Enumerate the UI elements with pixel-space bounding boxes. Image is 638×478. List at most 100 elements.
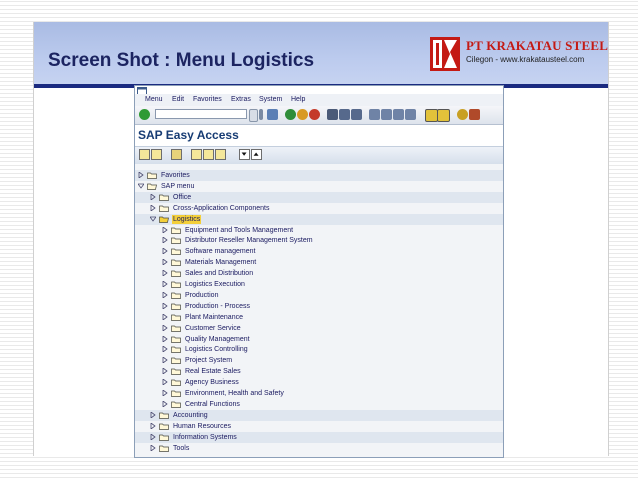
tree-item[interactable]: Materials Management: [135, 257, 503, 268]
company-website: Cilegon - www.krakatausteel.com: [466, 55, 585, 64]
save-icon[interactable]: [267, 109, 278, 120]
collapsed-arrow-icon[interactable]: [162, 291, 168, 298]
tree-item[interactable]: Cross-Application Components: [135, 203, 503, 214]
exit-icon[interactable]: [297, 109, 308, 120]
collapsed-arrow-icon[interactable]: [150, 433, 156, 440]
expanded-arrow-icon[interactable]: [138, 183, 144, 189]
standard-toolbar: [135, 106, 503, 125]
menu-favorites[interactable]: Favorites: [193, 96, 222, 103]
collapsed-arrow-icon[interactable]: [150, 422, 156, 429]
user-menu-icon[interactable]: [139, 149, 150, 160]
tree-item[interactable]: Tools: [135, 443, 503, 454]
menu-extras[interactable]: Extras: [231, 96, 251, 103]
collapsed-arrow-icon[interactable]: [162, 324, 168, 331]
expanded-arrow-icon[interactable]: [150, 216, 156, 222]
move-up-icon[interactable]: [251, 149, 262, 160]
tree-item[interactable]: SAP menu: [135, 181, 503, 192]
tree-item[interactable]: Equipment and Tools Management: [135, 225, 503, 236]
tree-item[interactable]: Office: [135, 191, 503, 203]
move-down-icon[interactable]: [239, 149, 250, 160]
page-title: SAP Easy Access: [138, 128, 239, 142]
collapsed-arrow-icon[interactable]: [162, 281, 168, 287]
tree-item-label: Accounting: [173, 411, 208, 419]
tree-item[interactable]: Central Functions: [135, 399, 503, 410]
tree-item[interactable]: Logistics: [135, 213, 503, 225]
add-favorite-icon[interactable]: [191, 149, 202, 160]
shortcut-icon[interactable]: [437, 109, 450, 122]
folder-icon: [171, 238, 181, 245]
collapsed-arrow-icon[interactable]: [162, 390, 168, 396]
tree-item[interactable]: Environment, Health and Safety: [135, 388, 503, 399]
collapsed-arrow-icon[interactable]: [162, 259, 168, 266]
menu-bar: Menu Edit Favorites Extras System Help: [135, 94, 503, 106]
sap-menu-icon[interactable]: [151, 149, 162, 160]
tree-item[interactable]: Project System: [135, 355, 503, 366]
collapsed-arrow-icon[interactable]: [162, 313, 168, 320]
tree-item[interactable]: Quality Management: [135, 334, 503, 345]
collapsed-arrow-icon[interactable]: [150, 204, 156, 211]
folder-icon: [171, 270, 181, 277]
last-page-icon[interactable]: [405, 109, 416, 120]
layout-icon[interactable]: [469, 109, 480, 120]
collapsed-arrow-icon[interactable]: [162, 400, 168, 407]
collapsed-arrow-icon[interactable]: [150, 411, 156, 418]
collapsed-arrow-icon[interactable]: [162, 346, 168, 353]
tree-item-label: Human Resources: [173, 422, 231, 430]
command-field[interactable]: [155, 109, 247, 119]
help-icon[interactable]: [457, 109, 468, 120]
menu-menu[interactable]: Menu: [145, 96, 163, 103]
company-name: PT KRAKATAU STEEL: [466, 38, 609, 53]
tree-item[interactable]: Logistics Execution: [135, 279, 503, 290]
tree-item[interactable]: Production - Process: [135, 301, 503, 312]
tree-item[interactable]: Favorites: [135, 170, 503, 181]
tree-item[interactable]: Sales and Distribution: [135, 268, 503, 279]
delete-favorite-icon[interactable]: [203, 149, 214, 160]
menu-help[interactable]: Help: [291, 96, 305, 103]
tree-item[interactable]: Distributor Reseller Management System: [135, 235, 503, 246]
tree-item[interactable]: Information Systems: [135, 431, 503, 443]
menu-edit[interactable]: Edit: [172, 96, 184, 103]
print-icon[interactable]: [327, 109, 338, 120]
prev-page-icon[interactable]: [381, 109, 392, 120]
tree-item[interactable]: Production: [135, 290, 503, 301]
first-page-icon[interactable]: [369, 109, 380, 120]
other-menu-icon[interactable]: [171, 149, 182, 160]
menu-system[interactable]: System: [259, 96, 282, 103]
tree-item[interactable]: Plant Maintenance: [135, 312, 503, 323]
tree-item[interactable]: Real Estate Sales: [135, 366, 503, 377]
back-icon[interactable]: [285, 109, 296, 120]
tree-item[interactable]: Agency Business: [135, 377, 503, 388]
tree-item-label: Quality Management: [185, 335, 250, 343]
collapsed-arrow-icon[interactable]: [162, 368, 168, 375]
tree-item[interactable]: Software management: [135, 246, 503, 257]
collapsed-arrow-icon[interactable]: [162, 335, 168, 342]
command-dropdown-icon[interactable]: [249, 109, 258, 122]
next-page-icon[interactable]: [393, 109, 404, 120]
tree-item[interactable]: Accounting: [135, 409, 503, 421]
change-favorite-icon[interactable]: [215, 149, 226, 160]
tree-item[interactable]: Customer Service: [135, 323, 503, 334]
krakatau-steel-logo-icon: [430, 37, 460, 71]
tree-item[interactable]: Human Resources: [135, 421, 503, 432]
collapsed-arrow-icon[interactable]: [162, 237, 168, 244]
collapsed-arrow-icon[interactable]: [150, 193, 156, 200]
collapsed-arrow-icon[interactable]: [162, 226, 168, 233]
collapsed-arrow-icon[interactable]: [150, 444, 156, 451]
collapsed-arrow-icon[interactable]: [162, 302, 168, 309]
collapsed-arrow-icon[interactable]: [162, 270, 168, 277]
folder-icon: [171, 303, 181, 310]
collapsed-arrow-icon[interactable]: [162, 379, 168, 386]
tree-item-label: Production: [185, 291, 219, 299]
enter-icon[interactable]: [139, 109, 150, 120]
application-toolbar: [135, 146, 503, 165]
find-next-icon[interactable]: [351, 109, 362, 120]
collapsed-arrow-icon[interactable]: [162, 357, 168, 364]
tree-item-label: Logistics: [172, 214, 202, 224]
find-icon[interactable]: [339, 109, 350, 120]
folder-icon: [159, 445, 169, 452]
collapsed-arrow-icon[interactable]: [162, 248, 168, 255]
folder-icon: [171, 325, 181, 332]
cancel-icon[interactable]: [309, 109, 320, 120]
tree-item[interactable]: Logistics Controlling: [135, 344, 503, 355]
collapsed-arrow-icon[interactable]: [138, 172, 144, 178]
